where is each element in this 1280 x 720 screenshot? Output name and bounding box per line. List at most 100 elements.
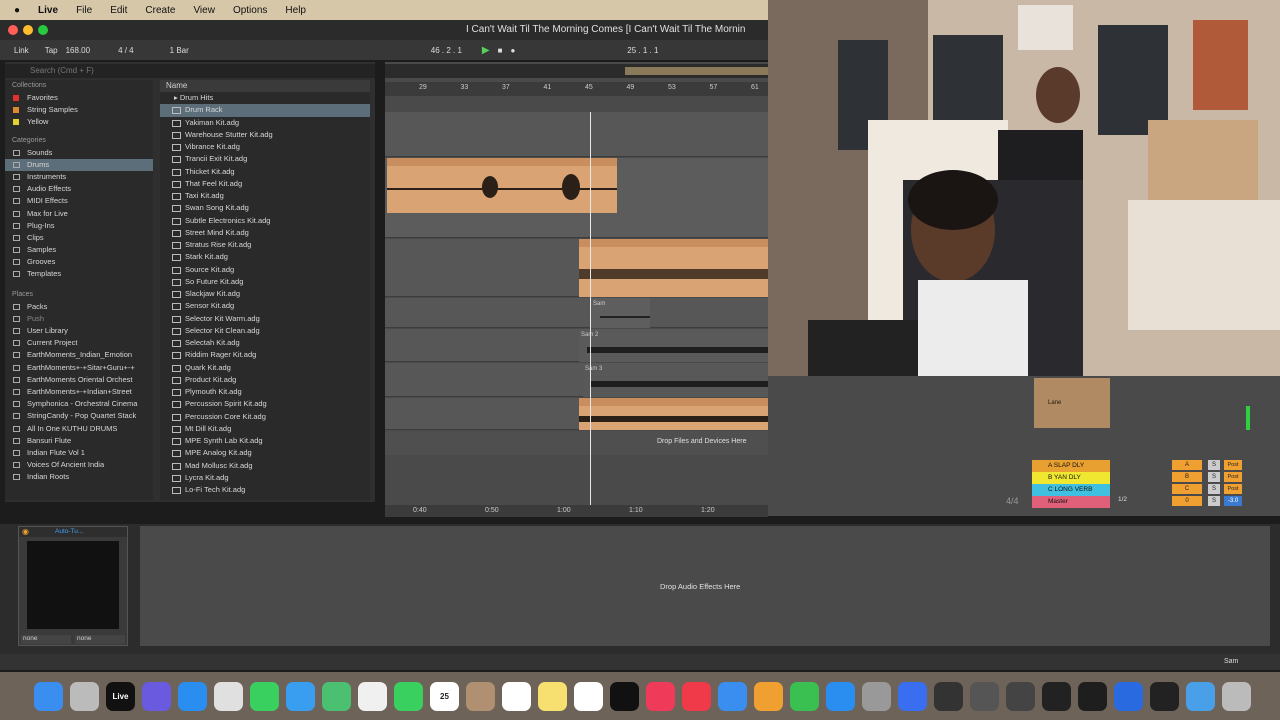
browser-file-item[interactable]: Slackjaw Kit.adg — [160, 288, 370, 300]
place-item[interactable]: Indian Roots — [5, 471, 153, 483]
finder-icon[interactable] — [34, 681, 63, 711]
return-track-header[interactable]: C LONG VERB — [1032, 484, 1110, 496]
solo-button[interactable]: S — [1208, 484, 1220, 494]
messages-icon[interactable] — [250, 681, 279, 711]
place-item[interactable]: EarthMoments+-+Sitar+Guru+-+ — [5, 362, 153, 374]
browser-file-item[interactable]: Street Mind Kit.adg — [160, 227, 370, 239]
loop-start-field[interactable]: 25 . 1 . 1 — [627, 46, 658, 55]
launchpad-icon[interactable] — [70, 681, 99, 711]
menu-help[interactable]: Help — [285, 5, 306, 16]
post-button[interactable]: Post — [1224, 460, 1242, 470]
chatgpt-icon[interactable] — [1150, 681, 1179, 711]
name-column-header[interactable]: Name — [160, 80, 370, 92]
place-item[interactable]: EarthMoments+-+Indian+Street — [5, 386, 153, 398]
quantize-select[interactable]: 1 Bar — [170, 46, 189, 55]
browser-search-input[interactable]: Search (Cmd + F) — [5, 64, 375, 78]
browser-file-item[interactable]: Percussion Core Kit.adg — [160, 411, 370, 423]
camera-app-icon[interactable] — [934, 681, 963, 711]
audio-clip-sam-2[interactable]: Sam 2 — [579, 329, 768, 362]
menu-options[interactable]: Options — [233, 5, 267, 16]
link-button[interactable]: Link — [14, 46, 29, 55]
xcode-like-icon[interactable] — [142, 681, 171, 711]
track-activator-button[interactable]: C — [1172, 484, 1202, 494]
place-item[interactable]: StringCandy - Pop Quartet Stack — [5, 410, 153, 422]
migration-icon[interactable] — [970, 681, 999, 711]
freeform-icon[interactable] — [574, 681, 603, 711]
browser-file-item[interactable]: Selector Kit Clean.adg — [160, 325, 370, 337]
playhead[interactable] — [590, 112, 591, 512]
record-button[interactable]: ● — [510, 46, 515, 55]
audio-clip-sam-3[interactable]: Sam 3 — [583, 363, 768, 397]
place-item[interactable]: EarthMoments Oriental Orchest — [5, 374, 153, 386]
facetime-icon[interactable] — [394, 681, 423, 711]
browser-file-item[interactable]: Vibrance Kit.adg — [160, 141, 370, 153]
browser-file-item[interactable]: Selector Kit Warm.adg — [160, 313, 370, 325]
safari-icon[interactable] — [178, 681, 207, 711]
xcode-icon[interactable] — [898, 681, 927, 711]
trash-icon[interactable] — [1222, 681, 1251, 711]
browser-file-item[interactable]: Thicket Kit.adg — [160, 166, 370, 178]
menu-create[interactable]: Create — [145, 5, 175, 16]
apple-menu-icon[interactable]: ● — [14, 5, 20, 16]
place-item[interactable]: Bansuri Flute — [5, 435, 153, 447]
audio-clip-verse-3[interactable]: Verse 3 — [387, 158, 617, 213]
browser-file-item[interactable]: Drum Rack — [160, 104, 370, 117]
menu-edit[interactable]: Edit — [110, 5, 127, 16]
mail-icon[interactable] — [286, 681, 315, 711]
track-lane[interactable] — [385, 112, 768, 157]
play-button[interactable]: ▶ — [482, 45, 490, 56]
browser-file-item[interactable]: Source Kit.adg — [160, 264, 370, 276]
browser-file-item[interactable]: Stark Kit.adg — [160, 251, 370, 263]
solo-button[interactable]: S — [1208, 496, 1220, 506]
drop-audio-effects-zone[interactable]: Drop Audio Effects Here — [140, 526, 1270, 646]
overview-strip[interactable] — [385, 64, 768, 78]
app-store-icon[interactable] — [826, 681, 855, 711]
device-option-right[interactable]: none — [75, 635, 125, 644]
browser-file-item[interactable]: Taxi Kit.adg — [160, 190, 370, 202]
device-option-left[interactable]: none — [21, 635, 71, 644]
browser-file-item[interactable]: That Feel Kit.adg — [160, 178, 370, 190]
master-fraction[interactable]: 1/2 — [1118, 496, 1127, 503]
return-track-header[interactable]: A SLAP DLY — [1032, 460, 1110, 472]
tempo-field[interactable]: 168.00 — [66, 46, 90, 55]
maps-icon[interactable] — [322, 681, 351, 711]
final-cut-icon[interactable] — [1042, 681, 1071, 711]
browser-file-item[interactable]: Warehouse Stutter Kit.adg — [160, 129, 370, 141]
track-activator-button[interactable]: B — [1172, 472, 1202, 482]
stop-button[interactable]: ■ — [498, 46, 503, 55]
audio-clip-sam[interactable]: Sam — [590, 298, 650, 328]
collection-string-samples[interactable]: String Samples — [5, 104, 153, 116]
menu-view[interactable]: View — [193, 5, 215, 16]
minimize-window-button[interactable] — [23, 25, 33, 35]
place-current-project[interactable]: Current Project — [5, 337, 153, 349]
place-item[interactable]: Symphonica - Orchestral Cinema — [5, 398, 153, 410]
return-track-header[interactable]: B YAN DLY — [1032, 472, 1110, 484]
place-item[interactable]: EarthMoments_Indian_Emotion — [5, 349, 153, 361]
category-clips[interactable]: Clips — [5, 232, 153, 244]
category-plug-ins[interactable]: Plug-Ins — [5, 220, 153, 232]
news-icon[interactable] — [682, 681, 711, 711]
chrome-icon[interactable] — [214, 681, 243, 711]
notes-icon[interactable] — [538, 681, 567, 711]
master-volume-field[interactable]: -3.0 — [1224, 496, 1242, 506]
apple-tv-icon[interactable] — [610, 681, 639, 711]
place-item[interactable]: Voices Of Ancient India — [5, 459, 153, 471]
reminders-icon[interactable] — [502, 681, 531, 711]
browser-file-item[interactable]: Sensor Kit.adg — [160, 300, 370, 312]
browser-file-item[interactable]: So Future Kit.adg — [160, 276, 370, 288]
drop-files-zone[interactable]: Drop Files and Devices Here — [385, 431, 768, 455]
browser-file-item[interactable]: Mad Mollusc Kit.adg — [160, 460, 370, 472]
folder-icon[interactable] — [1186, 681, 1215, 711]
category-sounds[interactable]: Sounds — [5, 147, 153, 159]
master-lane[interactable]: Lane — [1034, 378, 1110, 428]
browser-file-item[interactable]: Quark Kit.adg — [160, 362, 370, 374]
davinci-icon[interactable] — [1006, 681, 1035, 711]
numbers-icon[interactable] — [790, 681, 819, 711]
keynote-icon[interactable] — [718, 681, 747, 711]
category-instruments[interactable]: Instruments — [5, 171, 153, 183]
audio-clip-sam-4[interactable]: Sam 4 — [579, 239, 768, 297]
post-button[interactable]: Post — [1224, 472, 1242, 482]
time-signature-field[interactable]: 4 / 4 — [118, 46, 134, 55]
ableton-live-icon[interactable]: Live — [106, 681, 135, 711]
time-ruler[interactable]: 0:400:501:001:101:201:301:401:502:00 — [385, 505, 768, 517]
